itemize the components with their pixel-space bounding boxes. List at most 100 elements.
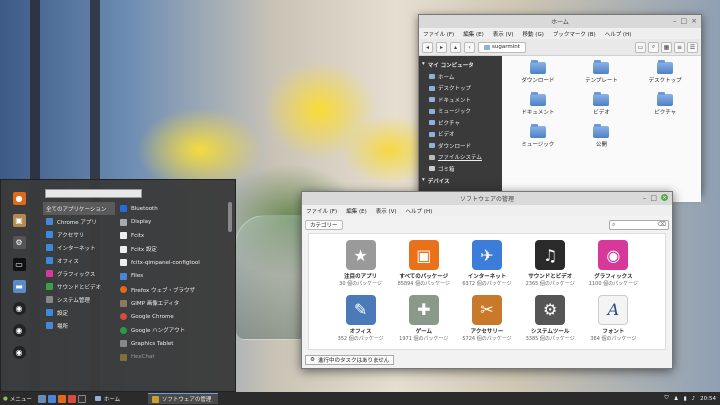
app-graphics-tablet[interactable]: Graphics Tablet [118,337,230,351]
sidebar-item-videos[interactable]: ビデオ [419,129,502,141]
menu-category-administration[interactable]: システム管理 [43,293,115,306]
app-google-chrome[interactable]: Google Chrome [118,310,230,324]
list-view-icon[interactable]: ≡ [674,41,685,53]
app-gimp[interactable]: GIMP 画像エディタ [118,297,230,311]
close-icon[interactable]: × [661,194,668,201]
sidebar-section-devices[interactable]: ▾ デバイス [419,175,502,187]
lock-icon[interactable]: ◉ [12,302,26,315]
minimize-icon[interactable]: – [673,17,677,25]
file-item-templates[interactable]: テンプレート [570,60,634,94]
maximize-icon[interactable]: □ [681,17,688,25]
file-item-music[interactable]: ミュージック [506,124,570,158]
menu-category-sound-video[interactable]: サウンドとビデオ [43,280,115,293]
path-button[interactable]: sugarmint [478,41,526,53]
menu-view[interactable]: 表示 (V) [493,30,514,38]
sidebar-item-pictures[interactable]: ピクチャ [419,117,502,129]
sidebar-item-desktop[interactable]: デスクトップ [419,83,502,95]
category-tile[interactable]: ✚ ゲーム 1971 個のパッケージ [392,292,455,347]
power-icon[interactable]: ◉ [12,346,26,359]
compact-view-icon[interactable]: ☰ [687,41,698,53]
file-manager-titlebar[interactable]: ホーム – □ × [419,15,701,28]
menu-category-office[interactable]: オフィス [43,254,115,267]
sidebar-item-music[interactable]: ミュージック [419,106,502,118]
app-files[interactable]: Files [118,270,230,284]
sidebar-item-downloads[interactable]: ダウンロード [419,140,502,152]
menu-category-chrome-apps[interactable]: Chrome アプリ [43,215,115,228]
user-icon[interactable]: ♟ [674,396,679,402]
sidebar-item-trash[interactable]: ゴミ箱 [419,163,502,175]
app-hangouts[interactable]: Google ハングアウト [118,324,230,338]
location-toggle-icon[interactable]: ▭ [635,41,646,53]
menu-category-accessories[interactable]: アクセサリ [43,228,115,241]
menu-view[interactable]: 表示 (V) [376,207,397,215]
menu-help[interactable]: ヘルプ (H) [406,207,433,215]
menu-help[interactable]: ヘルプ (H) [605,30,632,38]
taskbar-window-home[interactable]: ホーム [91,393,146,404]
app-bluetooth[interactable]: Bluetooth [118,202,230,216]
file-item-videos[interactable]: ビデオ [570,92,634,126]
category-tile[interactable]: ⚙ システムツール 3385 個のパッケージ [519,292,582,347]
menu-scrollbar[interactable] [228,202,232,232]
firefox-icon[interactable]: ● [12,192,26,205]
category-tile[interactable]: ✈ インターネット 6372 個のパッケージ [455,237,518,292]
file-item-public[interactable]: 公開 [570,124,634,158]
category-tile[interactable]: ✎ オフィス 352 個のパッケージ [329,292,392,347]
search-input[interactable]: ⌕ ⌫ [609,219,669,230]
category-button[interactable]: カテゴリー [305,219,343,230]
show-desktop-icon[interactable] [37,394,46,403]
network-icon[interactable]: ▮ [684,396,687,402]
app-fcitx-qimpanel[interactable]: fcitx-qimpanel-configtool [118,256,230,270]
up-icon[interactable]: ▴ [450,41,461,53]
search-icon[interactable]: ⌕ [648,41,659,53]
minimize-icon[interactable]: – [643,194,647,202]
close-icon[interactable]: × [691,17,697,25]
files-icon[interactable] [47,394,56,403]
menu-search-input[interactable] [45,189,142,198]
back-icon[interactable]: ◂ [422,41,433,53]
menu-category-all[interactable]: 全てのアプリケーション [43,202,115,215]
app-hexchat[interactable]: HexChat [118,351,230,365]
menu-category-graphics[interactable]: グラフィックス [43,267,115,280]
menu-file[interactable]: ファイル (F) [306,207,337,215]
category-tile[interactable]: ◉ グラフィックス 1100 個のパッケージ [582,237,645,292]
files-icon[interactable]: ▬ [12,280,26,293]
settings-icon[interactable]: ⚙ [12,236,26,249]
firefox-icon[interactable] [57,394,66,403]
menu-category-internet[interactable]: インターネット [43,241,115,254]
app-firefox[interactable]: Firefox ウェブ・ブラウザ [118,283,230,297]
category-tile[interactable]: A フォント 384 個のパッケージ [582,292,645,347]
menu-edit[interactable]: 編集 (E) [463,30,484,38]
shield-icon[interactable]: ⛉ [665,395,669,402]
forward-icon[interactable]: ▸ [436,41,447,53]
sidebar-item-filesystem[interactable]: ファイルシステム [419,152,502,164]
maximize-icon[interactable]: □ [650,194,657,202]
volume-icon[interactable]: ♪ [692,396,696,402]
logout-icon[interactable]: ◉ [12,324,26,337]
app-fcitx[interactable]: Fcitx [118,229,230,243]
category-tile[interactable]: ✂ アクセサリー 5724 個のパッケージ [455,292,518,347]
clock[interactable]: 20:54 [700,396,716,402]
category-tile[interactable]: ★ 注目のアプリ 30 個のパッケージ [329,237,392,292]
chrome-icon[interactable] [67,394,76,403]
icon-view-icon[interactable]: ▦ [661,41,672,53]
app-fcitx-settings[interactable]: Fcitx 設定 [118,243,230,257]
menu-button[interactable]: ● メニュー [0,392,35,405]
terminal-icon[interactable] [77,394,86,403]
terminal-icon[interactable]: ▭ [12,258,26,271]
app-display[interactable]: Display [118,216,230,230]
menu-go[interactable]: 移動 (G) [523,30,544,38]
history-left-icon[interactable]: ‹ [464,41,475,53]
menu-file[interactable]: ファイル (F) [423,30,454,38]
clear-icon[interactable]: ⌫ [658,221,666,228]
software-manager-titlebar[interactable]: ソフトウェアの管理 – □ × [302,192,672,205]
menu-bookmarks[interactable]: ブックマーク (B) [553,30,596,38]
file-item-desktop[interactable]: デスクトップ [633,60,697,94]
sidebar-section-computer[interactable]: ▾ マイ コンピュータ [419,59,502,71]
category-tile[interactable]: ▣ すべてのパッケージ 85894 個のパッケージ [392,237,455,292]
file-item-documents[interactable]: ドキュメント [506,92,570,126]
package-icon[interactable]: ▣ [12,214,26,227]
file-item-pictures[interactable]: ピクチャ [633,92,697,126]
menu-edit[interactable]: 編集 (E) [346,207,367,215]
taskbar-window-software-manager[interactable]: ソフトウェアの管理 [147,393,218,404]
menu-category-settings[interactable]: 設定 [43,306,115,319]
